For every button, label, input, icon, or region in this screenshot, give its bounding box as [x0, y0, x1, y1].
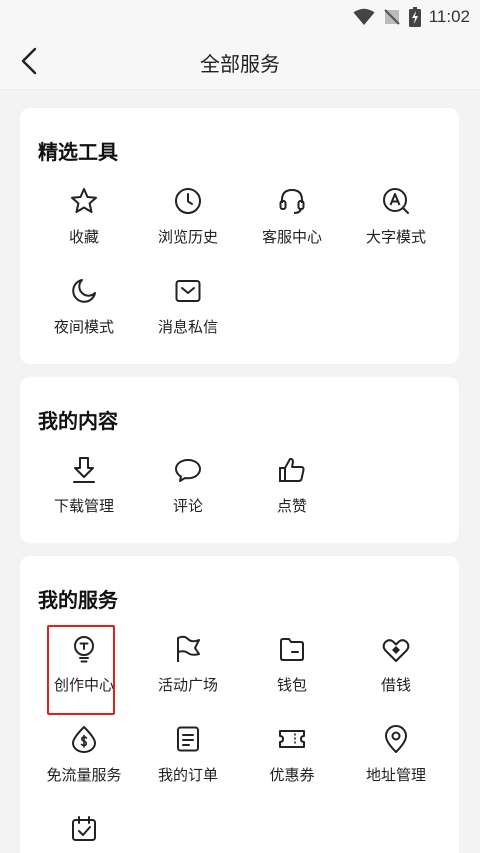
- battery-charging-icon: [408, 7, 421, 27]
- comment-icon: [175, 459, 201, 482]
- tile-address-management[interactable]: 地址管理: [344, 718, 448, 798]
- tile-label: 大字模式: [365, 228, 426, 246]
- app-bar: 全部服务: [0, 34, 480, 90]
- no-signal-icon: [384, 9, 400, 25]
- star-icon: [71, 188, 97, 213]
- section-title: 我的内容: [38, 409, 118, 433]
- data-saver-icon: [72, 726, 96, 753]
- tile-calendar-checkin[interactable]: [32, 808, 136, 853]
- location-icon: [385, 725, 407, 753]
- tile-messages[interactable]: 消息私信: [136, 270, 240, 350]
- tile-label: 评论: [172, 497, 203, 515]
- wifi-icon: [353, 8, 375, 25]
- tile-label: 优惠券: [269, 766, 315, 784]
- tile-label: 免流量服务: [46, 766, 122, 784]
- tile-favorites[interactable]: 收藏: [32, 180, 136, 260]
- wallet-icon: [280, 638, 304, 661]
- tile-label: 活动广场: [157, 676, 218, 694]
- thumbs-up-icon: [279, 457, 305, 482]
- tile-my-orders[interactable]: 我的订单: [136, 718, 240, 798]
- tile-large-font[interactable]: 大字模式: [344, 180, 448, 260]
- order-icon: [177, 726, 199, 752]
- tile-data-free-service[interactable]: 免流量服务: [32, 718, 136, 798]
- tile-wallet[interactable]: 钱包: [240, 628, 344, 708]
- section-title: 我的服务: [38, 588, 118, 612]
- tile-downloads[interactable]: 下载管理: [32, 449, 136, 529]
- coupon-icon: [279, 730, 305, 748]
- download-icon: [73, 457, 95, 483]
- font-size-icon: [383, 188, 409, 214]
- section-my-content: 我的内容 下载管理 评论 点赞: [20, 377, 459, 543]
- tile-label: 下载管理: [53, 497, 114, 515]
- tile-history[interactable]: 浏览历史: [136, 180, 240, 260]
- clock-icon: [175, 188, 201, 214]
- tile-coupons[interactable]: 优惠券: [240, 718, 344, 798]
- status-bar: 11:02: [0, 0, 480, 34]
- tile-comments[interactable]: 评论: [136, 449, 240, 529]
- tile-night-mode[interactable]: 夜间模式: [32, 270, 136, 350]
- tile-label: 浏览历史: [157, 228, 218, 246]
- tile-label: 地址管理: [365, 766, 426, 784]
- section-title: 精选工具: [38, 140, 118, 164]
- calendar-check-icon: [72, 816, 96, 841]
- headset-icon: [279, 188, 305, 214]
- heart-loan-icon: [382, 639, 410, 662]
- tile-label: 夜间模式: [53, 318, 114, 336]
- tile-label: 收藏: [68, 228, 99, 246]
- tile-likes[interactable]: 点赞: [240, 449, 344, 529]
- status-time: 11:02: [428, 7, 470, 26]
- tile-activity-square[interactable]: 活动广场: [136, 628, 240, 708]
- tile-borrow-money[interactable]: 借钱: [344, 628, 448, 708]
- tile-label: 我的订单: [157, 766, 218, 784]
- tile-label: 消息私信: [157, 318, 218, 336]
- tile-label: 客服中心: [261, 228, 322, 246]
- moon-icon: [72, 279, 96, 303]
- highlight-box: [47, 625, 115, 715]
- tile-label: 点赞: [276, 497, 307, 515]
- tile-label: 钱包: [276, 676, 307, 694]
- page-title: 全部服务: [200, 52, 280, 76]
- flag-icon: [177, 635, 200, 662]
- tile-label: 借钱: [380, 676, 411, 694]
- section-featured-tools: 精选工具 收藏 浏览历史 客服中心 大字模式 夜间模式 消息私信: [20, 108, 459, 364]
- mail-icon: [175, 280, 201, 302]
- tile-customer-service[interactable]: 客服中心: [240, 180, 344, 260]
- status-icons: 11:02: [353, 6, 470, 28]
